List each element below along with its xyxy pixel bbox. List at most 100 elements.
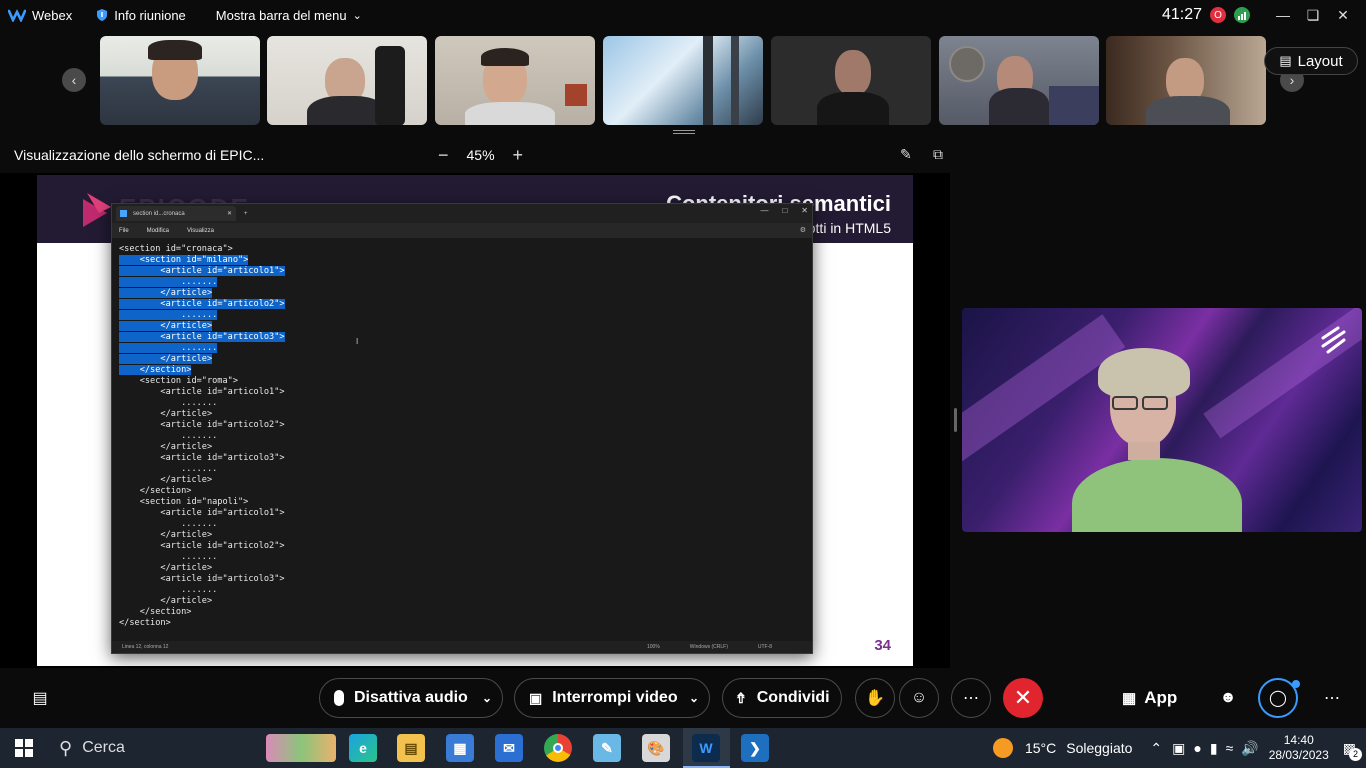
minimize-window-icon[interactable]: — xyxy=(1268,0,1298,30)
participant-video-5[interactable] xyxy=(771,36,931,125)
active-speaker-video[interactable] xyxy=(962,308,1362,532)
shared-screen[interactable]: EPICODE Contenitori semantici otti in HT… xyxy=(0,173,950,668)
code-text: </article> xyxy=(160,354,213,364)
reactions-icon[interactable]: ☺ xyxy=(899,678,939,718)
clock[interactable]: 14:40 28/03/2023 xyxy=(1269,733,1329,763)
code-text: </section> xyxy=(139,365,192,375)
code-line: ....... xyxy=(119,519,812,530)
wifi-icon[interactable]: ≈ xyxy=(1226,740,1234,756)
code-text: <article id="articolo3"> xyxy=(160,574,285,584)
strip-resize-handle[interactable] xyxy=(673,130,695,134)
code-text: ....... xyxy=(181,398,218,408)
zoom-in-icon[interactable]: + xyxy=(513,145,524,166)
microphone-tray-icon[interactable]: ● xyxy=(1193,740,1201,756)
menu-modifica[interactable]: Modifica xyxy=(147,228,169,234)
chat-unread-dot xyxy=(1292,680,1300,688)
file-explorer-icon[interactable]: ▤ xyxy=(397,734,425,762)
notepad-app-icon[interactable]: ✎ xyxy=(593,734,621,762)
new-tab-icon[interactable]: + xyxy=(244,211,248,217)
popout-screen-icon[interactable]: ⧉ xyxy=(933,146,943,163)
settings-gear-icon[interactable]: ⚙ xyxy=(800,226,806,234)
notepad-minimize-icon[interactable]: — xyxy=(760,206,768,215)
notification-count: 2 xyxy=(1349,747,1362,761)
paint-icon[interactable]: 🎨 xyxy=(642,734,670,762)
code-text: <article id="articolo1"> xyxy=(160,387,285,397)
notepad-window[interactable]: section id...cronaca ✕ + — □ ✕ File Modi… xyxy=(111,203,813,654)
network-health-icon[interactable] xyxy=(1234,7,1250,23)
raise-hand-icon[interactable]: ✋ xyxy=(855,678,895,718)
epicode-logo-icon xyxy=(83,193,111,227)
mute-button[interactable]: Disattiva audio ⌄ xyxy=(319,678,503,718)
weather-condition[interactable]: Soleggiato xyxy=(1066,740,1132,756)
volume-icon[interactable]: 🔊 xyxy=(1241,740,1258,757)
participant-video-6[interactable] xyxy=(939,36,1099,125)
annotate-icon[interactable]: ✎ xyxy=(900,146,912,163)
participant-video-4[interactable] xyxy=(603,36,763,125)
strip-prev-arrow-icon[interactable]: ‹ xyxy=(62,68,86,92)
widgets-icon[interactable] xyxy=(266,734,336,762)
vscode-icon[interactable]: ❯ xyxy=(741,734,769,762)
notepad-status-bar: Linea 12, colonna 12 100% Windows (CRLF)… xyxy=(112,641,812,653)
code-text: ....... xyxy=(181,585,218,595)
notepad-maximize-icon[interactable]: □ xyxy=(782,206,787,215)
restore-window-icon[interactable]: ❏ xyxy=(1298,0,1328,30)
chrome-icon[interactable] xyxy=(544,734,572,762)
code-line: </section> xyxy=(119,486,812,497)
taskbar-search[interactable]: ⚲ Cerca xyxy=(49,728,125,768)
microsoft-store-icon[interactable]: ▦ xyxy=(446,734,474,762)
show-menu-bar-button[interactable]: Mostra barra del menu ⌄ xyxy=(208,0,370,30)
code-text: <article id="articolo2"> xyxy=(160,299,285,309)
close-tab-icon[interactable]: ✕ xyxy=(227,210,232,217)
menu-visualizza[interactable]: Visualizza xyxy=(187,228,214,234)
end-call-icon[interactable]: ✕ xyxy=(1003,678,1043,718)
weather-temperature[interactable]: 15°C xyxy=(1025,740,1056,756)
meeting-info-label: Info riunione xyxy=(114,7,186,23)
weather-sun-icon[interactable] xyxy=(992,738,1013,758)
webex-taskbar-active[interactable]: W xyxy=(683,728,730,768)
meeting-timer: 41:27 xyxy=(1161,6,1202,23)
menu-file[interactable]: File xyxy=(119,228,129,234)
share-button[interactable]: ⇮ Condividi xyxy=(722,678,842,718)
edge-browser-icon[interactable]: e xyxy=(349,734,377,762)
notepad-close-icon[interactable]: ✕ xyxy=(801,206,808,215)
tray-chevron-up-icon[interactable]: ⌃ xyxy=(1150,740,1162,757)
participant-video-1[interactable] xyxy=(100,36,260,125)
captions-icon[interactable]: ▤ xyxy=(20,678,60,718)
notepad-tab[interactable]: section id...cronaca ✕ xyxy=(116,206,236,221)
close-window-icon[interactable]: ✕ xyxy=(1328,0,1358,30)
participant-video-2[interactable] xyxy=(267,36,427,125)
participant-video-7[interactable] xyxy=(1106,36,1266,125)
webex-app-menu[interactable]: Webex xyxy=(0,0,80,30)
apps-button[interactable]: ▦ App xyxy=(1122,688,1177,708)
mute-options-chevron-icon[interactable]: ⌄ xyxy=(482,691,492,705)
battery-icon[interactable]: ▮ xyxy=(1210,740,1218,757)
notepad-editor[interactable]: <section id="cronaca"> <section id="mila… xyxy=(112,238,812,641)
participants-icon[interactable]: ☻ xyxy=(1208,678,1248,718)
code-line: ....... xyxy=(119,277,812,288)
layout-button[interactable]: ▤ Layout xyxy=(1264,47,1358,75)
panel-resize-handle[interactable] xyxy=(954,408,957,432)
mute-label: Disattiva audio xyxy=(354,689,468,706)
status-encoding[interactable]: UTF-8 xyxy=(758,644,772,650)
camera-icon: ▣ xyxy=(529,689,543,706)
meeting-info-button[interactable]: Info riunione xyxy=(88,0,194,30)
notifications-icon[interactable]: ▩ 2 xyxy=(1343,740,1362,761)
code-text: <section id="roma"> xyxy=(139,376,239,386)
zoom-out-icon[interactable]: − xyxy=(438,145,449,166)
code-text: </article> xyxy=(160,530,213,540)
mail-icon[interactable]: ✉ xyxy=(495,734,523,762)
video-options-chevron-icon[interactable]: ⌄ xyxy=(689,691,699,705)
windows-start-icon[interactable] xyxy=(10,734,38,762)
overflow-menu-icon[interactable]: ⋯ xyxy=(1312,678,1352,718)
participant-video-3[interactable] xyxy=(435,36,595,125)
status-eol[interactable]: Windows (CRLF) xyxy=(690,644,728,650)
code-indent xyxy=(119,321,161,331)
more-options-icon[interactable]: ⋯ xyxy=(951,678,991,718)
camera-tray-icon[interactable]: ▣ xyxy=(1172,740,1185,757)
recording-badge[interactable]: O xyxy=(1210,7,1226,23)
status-zoom[interactable]: 100% xyxy=(647,644,660,650)
stop-video-button[interactable]: ▣ Interrompi video ⌄ xyxy=(514,678,710,718)
code-indent xyxy=(119,310,182,320)
